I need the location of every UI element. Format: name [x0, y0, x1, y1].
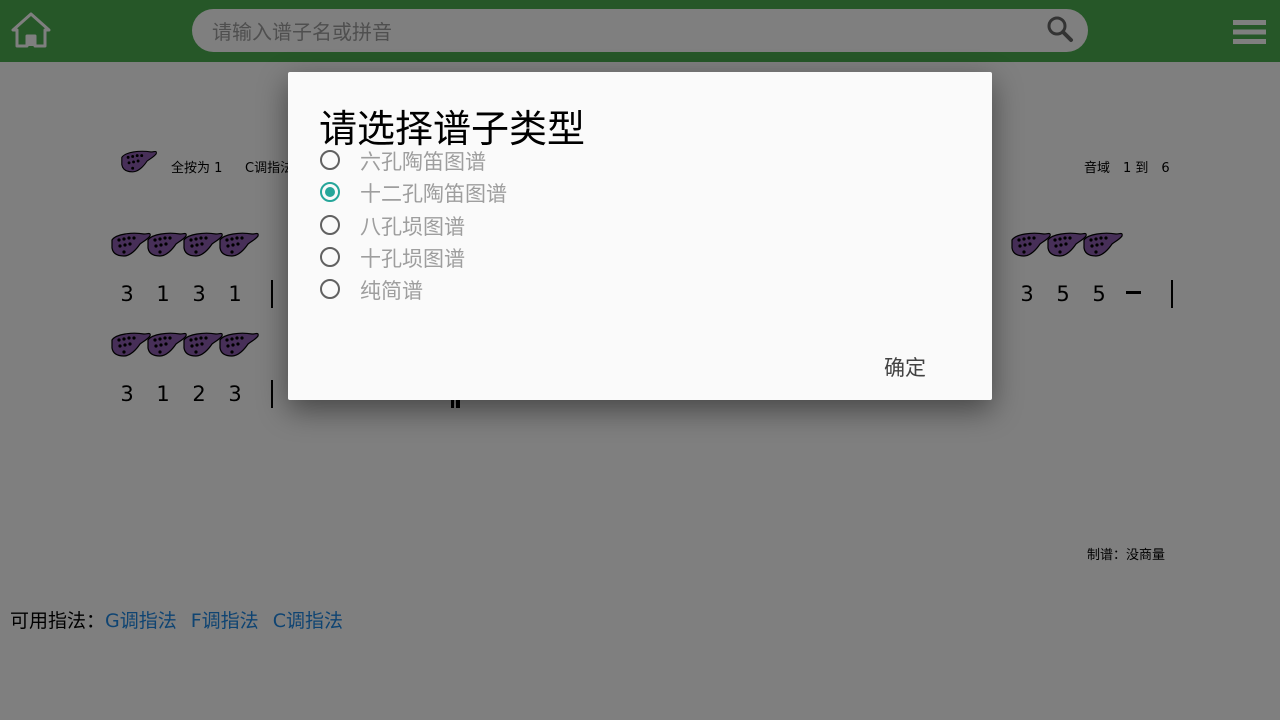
option-label: 十孔埙图谱: [360, 247, 465, 271]
option-ten-hole-xun[interactable]: 十孔埙图谱: [320, 243, 720, 273]
confirm-button[interactable]: 确定: [884, 352, 926, 382]
radio-button[interactable]: [320, 150, 340, 170]
option-six-hole-ocarina[interactable]: 六孔陶笛图谱: [320, 146, 720, 176]
radio-button[interactable]: [320, 215, 340, 235]
option-twelve-hole-ocarina[interactable]: 十二孔陶笛图谱: [320, 178, 720, 208]
score-type-dialog: 请选择谱子类型 六孔陶笛图谱 十二孔陶笛图谱 八孔埙图谱 十孔埙图谱 纯简谱 确…: [288, 72, 992, 400]
option-label: 六孔陶笛图谱: [360, 150, 486, 174]
radio-button[interactable]: [320, 279, 340, 299]
radio-button-selected[interactable]: [320, 182, 340, 202]
option-eight-hole-xun[interactable]: 八孔埙图谱: [320, 211, 720, 241]
dialog-title: 请选择谱子类型: [319, 107, 586, 151]
option-label: 十二孔陶笛图谱: [360, 182, 507, 206]
option-plain-notation[interactable]: 纯简谱: [320, 275, 720, 305]
option-label: 纯简谱: [360, 279, 423, 303]
radio-button[interactable]: [320, 247, 340, 267]
option-label: 八孔埙图谱: [360, 215, 465, 239]
